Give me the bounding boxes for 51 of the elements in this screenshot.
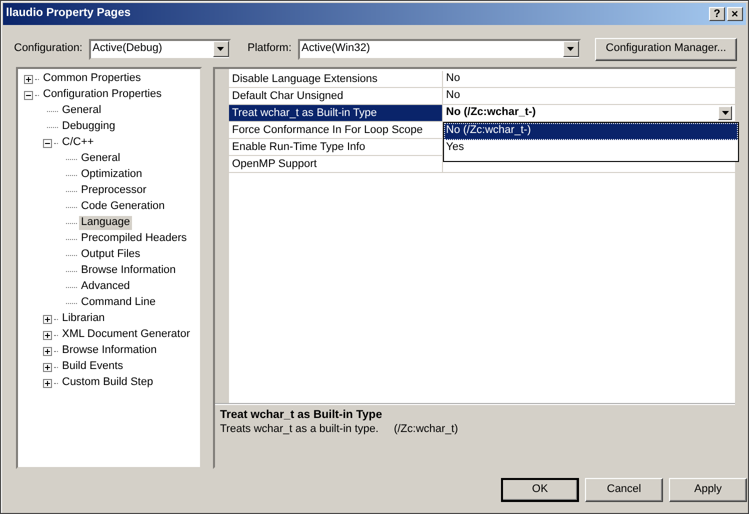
tree-item[interactable]: XML Document Generator xyxy=(60,328,192,342)
description-text: Treats wchar_t as a built-in type. (/Zc:wchar_t) xyxy=(220,422,460,436)
expand-icon[interactable] xyxy=(43,362,52,372)
tree-item[interactable]: Custom Build Step xyxy=(60,376,156,390)
property-name[interactable]: Treat wchar_t as Built-in Type xyxy=(229,105,443,122)
expand-icon[interactable] xyxy=(43,330,52,340)
collapse-icon[interactable] xyxy=(43,138,52,148)
tree-item[interactable]: Browse Information xyxy=(79,264,178,278)
description-title: Treat wchar_t as Built-in Type xyxy=(220,409,384,423)
dialog-button[interactable]: Cancel xyxy=(585,478,663,502)
dropdown-option[interactable]: Yes xyxy=(444,140,738,157)
property-value[interactable]: No xyxy=(446,89,460,103)
tree-item[interactable]: Optimization xyxy=(79,168,144,182)
tree-item[interactable]: Common Properties xyxy=(41,72,143,86)
tree-item[interactable]: Configuration Properties xyxy=(41,88,164,102)
field-label: Platform: xyxy=(248,42,292,56)
collapse-icon[interactable] xyxy=(24,90,33,100)
window-title: llaudio Property Pages xyxy=(6,7,132,21)
tree-item[interactable]: Browse Information xyxy=(60,344,159,358)
expand-icon[interactable] xyxy=(43,346,52,356)
tree-item[interactable]: Debugging xyxy=(60,120,118,134)
tree-item[interactable]: Language xyxy=(79,216,132,230)
expand-icon[interactable] xyxy=(43,378,52,388)
tree-item[interactable]: Advanced xyxy=(79,280,132,294)
property-name[interactable]: OpenMP Support xyxy=(229,156,443,173)
tree-item[interactable]: Code Generation xyxy=(79,200,167,214)
tree-item[interactable]: Librarian xyxy=(60,312,107,326)
dialog-button[interactable]: OK xyxy=(501,478,579,502)
property-name[interactable]: Force Conformance In For Loop Scope xyxy=(229,122,443,139)
configuration-manager-button[interactable]: Configuration Manager... xyxy=(595,38,737,60)
dropdown-field[interactable]: Active(Win32) xyxy=(298,38,581,60)
tree-item[interactable]: Command Line xyxy=(79,296,158,310)
property-value-field[interactable]: No (/Zc:wchar_t-) xyxy=(446,106,536,120)
field-label: Configuration: xyxy=(14,42,82,56)
tree-item[interactable]: Precompiled Headers xyxy=(79,232,189,246)
tree-item[interactable]: General xyxy=(60,104,104,118)
property-name[interactable]: Enable Run-Time Type Info xyxy=(229,139,443,156)
tree-item[interactable]: Output Files xyxy=(79,248,142,262)
property-name[interactable]: Disable Language Extensions xyxy=(229,71,443,88)
tree-item[interactable]: Preprocessor xyxy=(79,184,148,198)
tree-item[interactable]: Build Events xyxy=(60,360,126,374)
close-button[interactable]: ✕ xyxy=(727,7,743,21)
property-value[interactable]: No xyxy=(446,72,460,86)
tree-item[interactable]: General xyxy=(79,152,122,166)
dialog-button[interactable]: Apply xyxy=(669,478,747,502)
help-button[interactable]: ? xyxy=(709,7,725,21)
expand-icon[interactable] xyxy=(24,74,33,84)
tree-item[interactable]: C/C++ xyxy=(60,136,96,150)
dropdown-field[interactable]: Active(Debug) xyxy=(88,38,230,60)
expand-icon[interactable] xyxy=(43,314,52,324)
dropdown-option[interactable]: No (/Zc:wchar_t-) xyxy=(444,123,738,140)
